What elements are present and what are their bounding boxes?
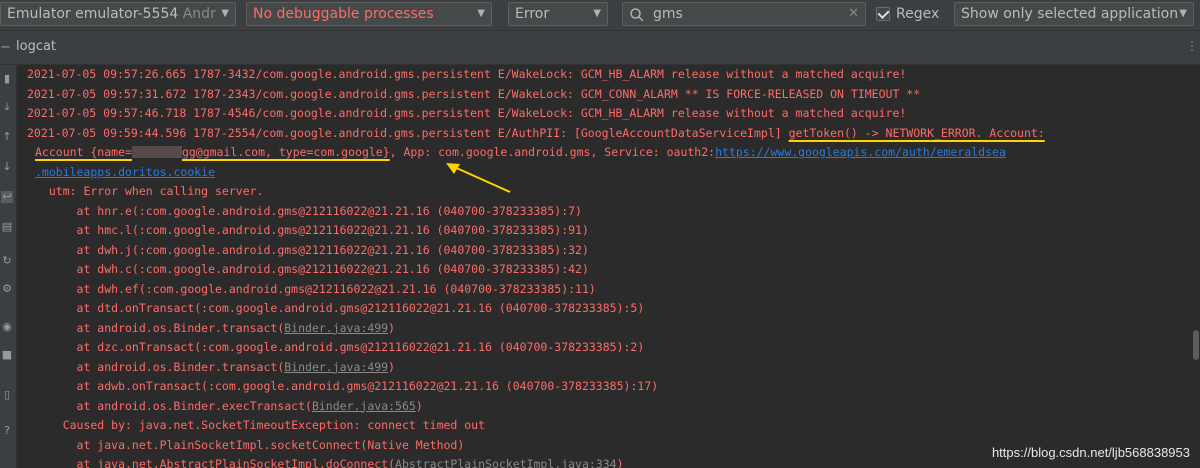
regex-label: Regex: [896, 6, 940, 22]
chevron-down-icon: ▼: [477, 8, 485, 19]
panel-header: − logcat ⋮: [0, 31, 1200, 65]
logcat-toolbar: Emulator emulator-5554 Andr ▼ No debugga…: [0, 0, 1200, 31]
search-icon: [630, 8, 644, 22]
search-input[interactable]: gms ✕: [622, 2, 866, 26]
account-email: gg@gmail.com, type=com.google}: [181, 145, 390, 159]
grip-icon: ⋮: [1186, 39, 1198, 53]
logcat-output: 2021-07-05 09:57:26.665 1787-3432/com.go…: [17, 65, 1200, 468]
source-link[interactable]: Binder.java:499: [284, 360, 388, 374]
log-line: 2021-07-05 09:57:46.718 1787-4546/com.go…: [27, 106, 907, 120]
log-line: at hnr.e(:com.google.android.gms@2121160…: [35, 203, 582, 218]
tab-logcat[interactable]: logcat: [16, 39, 56, 54]
log-line: Caused by: java.net.SocketTimeoutExcepti…: [35, 418, 486, 432]
vertical-scrollbar[interactable]: [1191, 65, 1200, 468]
log-line: 2021-07-05 09:57:31.672 1787-2343/com.go…: [27, 86, 921, 101]
log-line: at android.os.Binder.transact(Binder.jav…: [35, 358, 396, 378]
log-line: at android.os.Binder.execTransact(Binder…: [35, 397, 423, 417]
regex-checkbox[interactable]: [876, 7, 890, 21]
log-text: , App: com.google.android.gms, Service: …: [389, 145, 716, 159]
process-label: No debuggable processes: [253, 6, 434, 22]
log-line: at dwh.c(:com.google.android.gms@2121160…: [35, 262, 589, 276]
settings-icon[interactable]: ⚙: [1, 283, 13, 295]
log-line: at android.os.Binder.transact(Binder.jav…: [35, 319, 396, 339]
clear-search-icon[interactable]: ✕: [848, 3, 859, 25]
log-line: 2021-07-05 09:59:44.596 1787-2554/com.go…: [27, 124, 1045, 144]
scroll-to-end-icon[interactable]: ⤓: [1, 101, 13, 113]
soft-wrap-icon[interactable]: ↩: [1, 191, 13, 203]
log-line: at hmc.l(:com.google.android.gms@2121160…: [35, 223, 589, 237]
device-suffix: Andr: [182, 6, 216, 22]
help-icon[interactable]: ?: [1, 425, 13, 437]
device-label: Emulator emulator-5554: [7, 6, 179, 22]
log-line: at adwb.onTransact(:com.google.android.g…: [35, 379, 659, 393]
log-line: at dtd.onTransact(:com.google.android.gm…: [35, 301, 645, 315]
source-link[interactable]: AbstractPlainSocketImpl.java:334: [395, 457, 617, 468]
scroll-up-icon[interactable]: ▮: [1, 73, 13, 85]
log-level-label: Error: [515, 6, 550, 22]
log-text: at android.os.Binder.execTransact(: [35, 398, 312, 413]
log-line: at dwh.j(:com.google.android.gms@2121160…: [35, 242, 589, 257]
hide-panel-icon[interactable]: −: [0, 40, 11, 55]
redacted-name: [131, 145, 182, 159]
log-line: at dwh.ef(:com.google.android.gms@212116…: [35, 281, 596, 296]
log-line: .mobileapps.doritos.cookie: [35, 163, 215, 183]
log-line: at java.net.AbstractPlainSocketImpl.doCo…: [35, 455, 624, 468]
log-line: 2021-07-05 09:57:26.665 1787-3432/com.go…: [27, 67, 907, 81]
up-stack-icon[interactable]: ↑: [1, 131, 13, 143]
log-line: utm: Error when calling server.: [35, 184, 264, 198]
side-toolbar: ▮ ⤓ ↑ ↓ ↩ ▤ ↻ ⚙ ◉ ■ ▯ ?: [0, 65, 17, 468]
restart-icon[interactable]: ↻: [1, 255, 13, 267]
search-value: gms: [653, 6, 683, 22]
down-stack-icon[interactable]: ↓: [1, 161, 13, 173]
regex-toggle[interactable]: Regex: [876, 4, 939, 24]
device-dropdown[interactable]: Emulator emulator-5554 Andr ▼: [0, 2, 236, 26]
log-level-dropdown[interactable]: Error ▼: [508, 2, 608, 26]
chevron-down-icon: ▼: [221, 8, 229, 19]
source-link[interactable]: Binder.java:565: [312, 399, 416, 413]
log-text: at java.net.AbstractPlainSocketImpl.doCo…: [35, 457, 396, 468]
log-text: 2021-07-05 09:59:44.596 1787-2554/com.go…: [27, 125, 789, 140]
process-dropdown[interactable]: No debuggable processes ▼: [246, 2, 492, 26]
watermark: https://blog.csdn.net/ljb568838953: [991, 445, 1190, 460]
log-text: at android.os.Binder.transact(: [35, 320, 285, 335]
filter-dropdown[interactable]: Show only selected application ▼: [954, 2, 1194, 26]
screen-record-icon[interactable]: ■: [1, 349, 13, 361]
scrollbar-thumb[interactable]: [1193, 330, 1199, 360]
delete-icon[interactable]: ▯: [1, 389, 13, 401]
log-text: ): [616, 457, 624, 468]
log-text: at android.os.Binder.transact(: [35, 359, 285, 374]
highlighted-error: getToken() -> NETWORK_ERROR. Account:: [788, 125, 1045, 140]
log-line: at java.net.PlainSocketImpl.socketConnec…: [35, 437, 465, 452]
chevron-down-icon: ▼: [1179, 8, 1187, 19]
service-link[interactable]: https://www.googleapis.com/auth/emeralds…: [715, 145, 1006, 159]
log-line: Account {name= gg@gmail.com, type=com.goo…: [35, 143, 1006, 163]
log-line: at dzc.onTransact(:com.google.android.gm…: [35, 340, 645, 354]
chevron-down-icon: ▼: [593, 8, 601, 19]
log-text: ): [388, 320, 396, 335]
screenshot-icon[interactable]: ◉: [1, 321, 13, 333]
log-text: ): [388, 359, 396, 374]
source-link[interactable]: Binder.java:499: [284, 321, 388, 335]
log-text: ): [415, 398, 423, 413]
print-icon[interactable]: ▤: [1, 221, 13, 233]
filter-label: Show only selected application: [961, 6, 1179, 22]
service-link-cont[interactable]: .mobileapps.doritos.cookie: [35, 165, 215, 179]
account-prefix: Account {name=: [35, 145, 132, 159]
redaction-block: [131, 146, 182, 158]
